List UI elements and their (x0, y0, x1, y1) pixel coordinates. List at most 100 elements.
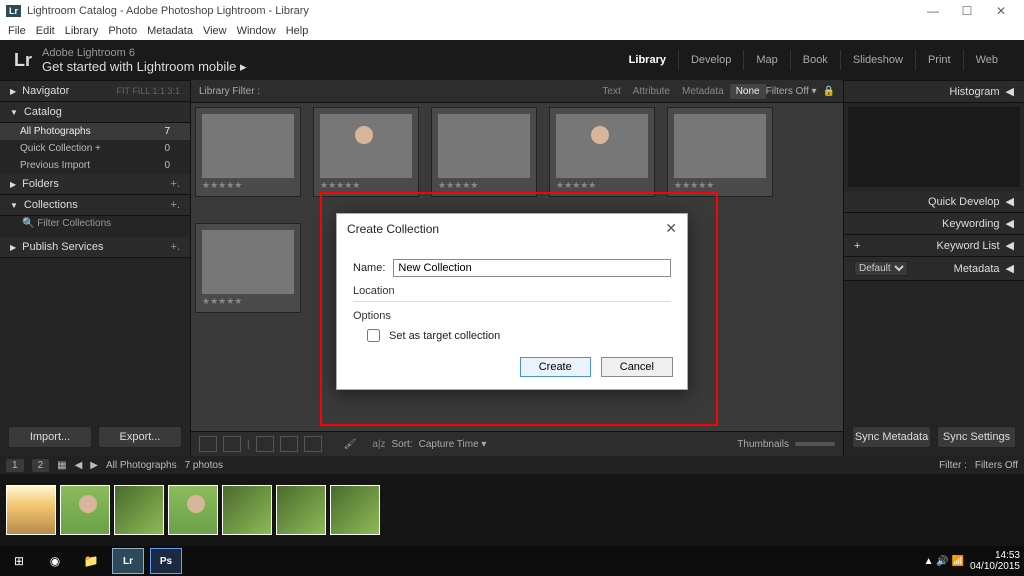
keywording-header[interactable]: Keywording◀ (844, 213, 1024, 235)
navigator-zoom[interactable]: FIT FILL 1:1 3:1 (116, 86, 180, 96)
system-tray[interactable]: ▲ 🔊 📶 14:53 04/10/2015 (924, 550, 1020, 572)
filters-off-dropdown[interactable]: Filters Off ▾ (766, 86, 817, 97)
dialog-close-icon[interactable]: ✕ (665, 220, 677, 237)
sort-dropdown[interactable]: Capture Time ▾ (419, 439, 487, 450)
lock-icon[interactable]: 🔒 (823, 86, 835, 97)
filter-metadata[interactable]: Metadata (676, 84, 730, 99)
collection-name-input[interactable] (393, 259, 671, 277)
explorer-icon[interactable]: 📁 (76, 549, 106, 573)
grid-thumb[interactable]: ★★★★★ (313, 107, 419, 197)
tool-icon[interactable] (304, 436, 322, 452)
catalog-quick-collection[interactable]: Quick Collection + 0 (0, 140, 190, 157)
metadata-preset-dropdown[interactable]: Default (854, 261, 908, 276)
menu-window[interactable]: Window (237, 25, 276, 37)
folders-label: Folders (22, 178, 59, 190)
filmstrip-thumb[interactable] (276, 485, 326, 535)
navigator-header[interactable]: ▶ Navigator FIT FILL 1:1 3:1 (0, 81, 190, 102)
view-loupe-icon[interactable] (223, 436, 241, 452)
back-icon[interactable]: ◀ (75, 460, 83, 471)
maximize-button[interactable]: ☐ (950, 4, 984, 18)
screen-1[interactable]: 1 (6, 459, 24, 472)
filmstrip-thumb[interactable] (6, 485, 56, 535)
module-map[interactable]: Map (743, 50, 789, 70)
chevron-right-icon: ▶ (10, 87, 16, 96)
minimize-button[interactable]: — (916, 4, 950, 18)
publish-header[interactable]: ▶ Publish Services +. (0, 237, 190, 258)
sync-metadata-button[interactable]: Sync Metadata (852, 426, 931, 448)
module-develop[interactable]: Develop (678, 50, 743, 70)
lr-logo: Lr (14, 50, 32, 71)
library-filter-bar: Library Filter : Text Attribute Metadata… (191, 80, 843, 103)
tool-icon[interactable] (256, 436, 274, 452)
add-publish-icon[interactable]: +. (171, 241, 180, 253)
filter-attribute[interactable]: Attribute (627, 84, 676, 99)
grid-thumb[interactable]: ★★★★★ (431, 107, 537, 197)
tray-icons[interactable]: ▲ 🔊 📶 (924, 556, 964, 567)
folders-header[interactable]: ▶ Folders +. (0, 174, 190, 195)
grid-thumb[interactable]: ★★★★★ (195, 107, 301, 197)
filmstrip-thumb[interactable] (60, 485, 110, 535)
photoshop-taskbar-icon[interactable]: Ps (150, 548, 182, 574)
module-print[interactable]: Print (915, 50, 963, 70)
menu-file[interactable]: File (8, 25, 26, 37)
catalog-previous-import[interactable]: Previous Import 0 (0, 157, 190, 174)
chrome-icon[interactable]: ◉ (40, 549, 70, 573)
filmstrip-thumb[interactable] (114, 485, 164, 535)
brand-line2[interactable]: Get started with Lightroom mobile ▸ (42, 60, 247, 73)
keyword-list-header[interactable]: +Keyword List◀ (844, 235, 1024, 257)
catalog-all-photographs[interactable]: All Photographs 7 (0, 123, 190, 140)
module-library[interactable]: Library (617, 50, 678, 70)
start-button[interactable]: ⊞ (4, 549, 34, 573)
menu-library[interactable]: Library (65, 25, 99, 37)
tool-icon[interactable] (280, 436, 298, 452)
close-button[interactable]: ✕ (984, 4, 1018, 18)
collections-header[interactable]: ▼ Collections +. (0, 195, 190, 216)
menu-view[interactable]: View (203, 25, 227, 37)
module-slideshow[interactable]: Slideshow (840, 50, 915, 70)
filter-text[interactable]: Text (596, 84, 626, 99)
view-grid-icon[interactable] (199, 436, 217, 452)
histogram-header[interactable]: Histogram◀ (844, 81, 1024, 103)
clock-date: 04/10/2015 (970, 561, 1020, 572)
menu-photo[interactable]: Photo (108, 25, 137, 37)
cancel-button[interactable]: Cancel (601, 357, 673, 377)
grid-thumb[interactable]: ★★★★★ (667, 107, 773, 197)
add-collection-icon[interactable]: +. (171, 199, 180, 211)
target-collection-checkbox[interactable] (367, 329, 380, 342)
sync-settings-button[interactable]: Sync Settings (937, 426, 1016, 448)
lightroom-taskbar-icon[interactable]: Lr (112, 548, 144, 574)
filter-dropdown[interactable]: Filters Off (975, 460, 1018, 471)
thumbnail-size-slider[interactable] (795, 442, 835, 446)
menu-help[interactable]: Help (286, 25, 309, 37)
filmstrip-thumb[interactable] (222, 485, 272, 535)
filter-none[interactable]: None (730, 84, 766, 99)
export-button[interactable]: Export... (98, 426, 182, 448)
breadcrumb[interactable]: All Photographs (106, 460, 177, 471)
catalog-header[interactable]: ▼ Catalog (0, 102, 190, 123)
grid-thumb[interactable]: ★★★★★ (195, 223, 301, 313)
filmstrip-thumb[interactable] (168, 485, 218, 535)
module-book[interactable]: Book (790, 50, 840, 70)
search-icon: 🔍 (22, 218, 37, 229)
grid-icon[interactable]: ▦ (57, 460, 66, 471)
import-button[interactable]: Import... (8, 426, 92, 448)
menu-metadata[interactable]: Metadata (147, 25, 193, 37)
filter-collections[interactable]: 🔍 Filter Collections (12, 216, 190, 231)
add-folder-icon[interactable]: +. (171, 178, 180, 190)
screen-2[interactable]: 2 (32, 459, 50, 472)
grid-thumb[interactable]: ★★★★★ (549, 107, 655, 197)
create-button[interactable]: Create (520, 357, 591, 377)
right-panel: Histogram◀ Quick Develop◀ Keywording◀ +K… (844, 80, 1024, 456)
chevron-left-icon: ◀ (1006, 85, 1014, 98)
dialog-titlebar[interactable]: Create Collection ✕ (337, 214, 687, 243)
painter-icon[interactable]: 🖌 (344, 439, 357, 450)
module-web[interactable]: Web (963, 50, 1010, 70)
forward-icon[interactable]: ▶ (90, 460, 98, 471)
metadata-header[interactable]: Default Metadata◀ (844, 257, 1024, 281)
filmstrip-thumb[interactable] (330, 485, 380, 535)
quick-develop-header[interactable]: Quick Develop◀ (844, 191, 1024, 213)
filmstrip-thumbs[interactable] (0, 474, 1024, 546)
left-panel: ▶ Navigator FIT FILL 1:1 3:1 ▼ Catalog A… (0, 80, 190, 456)
chevron-right-icon: ▶ (10, 243, 16, 252)
menu-edit[interactable]: Edit (36, 25, 55, 37)
